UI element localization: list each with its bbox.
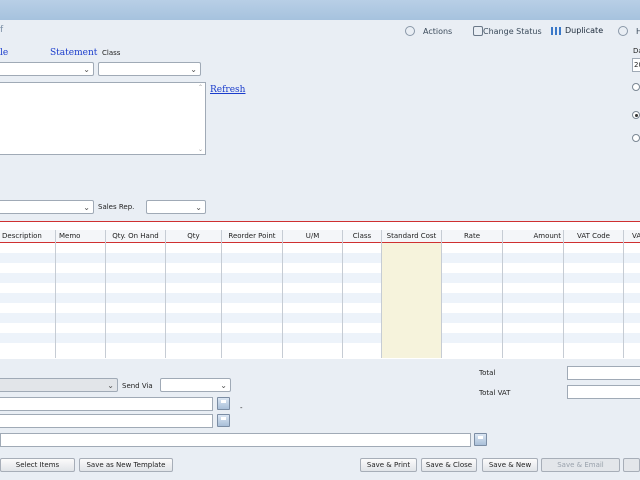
actions-menu[interactable]: Actions	[405, 26, 452, 36]
table-row[interactable]	[0, 333, 640, 343]
save-icon[interactable]	[474, 433, 487, 446]
chevron-down-icon: ⌄	[107, 381, 114, 390]
comments-field[interactable]	[0, 433, 471, 447]
customer-select[interactable]: ⌄	[0, 62, 94, 76]
template-link[interactable]: le	[0, 48, 8, 58]
chevron-down-icon: ⌄	[190, 65, 197, 74]
chevron-down-icon: ⌄	[83, 65, 90, 74]
send-via-select[interactable]: ⌄	[160, 378, 231, 392]
column-divider	[55, 230, 56, 358]
scroll-up-icon[interactable]: ⌃	[198, 84, 203, 91]
change-status-menu[interactable]: Change Status	[473, 26, 542, 36]
save-email-button: Save & Email	[541, 458, 620, 472]
duplicate-label: Duplicate	[565, 26, 604, 35]
send-via-label: Send Via	[122, 382, 153, 390]
help-icon	[618, 26, 628, 36]
help-button[interactable]: H	[618, 26, 640, 36]
date-field[interactable]: 20	[632, 58, 640, 72]
total-vat-field	[567, 385, 640, 399]
change-status-label: Change Status	[483, 26, 542, 36]
actions-label: Actions	[423, 26, 453, 36]
column-header-qty[interactable]: Qty	[166, 230, 221, 242]
extra-button	[623, 458, 640, 472]
column-header-standard-cost[interactable]: Standard Cost	[382, 230, 441, 242]
notes-field[interactable]	[0, 414, 213, 428]
chevron-down-icon: ⌄	[220, 381, 227, 390]
date-label: Da	[633, 47, 640, 55]
sales-rep-select[interactable]: ⌄	[146, 200, 206, 214]
table-row[interactable]	[0, 243, 640, 253]
column-divider	[165, 230, 166, 358]
table-row[interactable]	[0, 253, 640, 263]
refresh-link[interactable]: Refresh	[210, 85, 245, 95]
save-icon[interactable]	[217, 414, 230, 427]
statement-link[interactable]: Statement	[50, 48, 97, 58]
duplicate-button[interactable]: Duplicate	[551, 26, 603, 35]
save-close-button[interactable]: Save & Close	[421, 458, 477, 472]
total-label: Total	[479, 369, 496, 377]
column-divider	[105, 230, 106, 358]
address-textarea[interactable]: ⌃ ⌄	[0, 82, 206, 155]
change-status-icon	[473, 26, 483, 36]
dash-text: -	[240, 404, 243, 412]
chevron-down-icon: ⌄	[195, 203, 202, 212]
terms-select[interactable]: ⌄	[0, 200, 94, 214]
total-vat-label: Total VAT	[479, 389, 511, 397]
column-divider	[342, 230, 343, 358]
table-row[interactable]	[0, 273, 640, 283]
table-row[interactable]	[0, 343, 640, 353]
column-divider	[282, 230, 283, 358]
table-row[interactable]	[0, 323, 640, 333]
radio-option-2[interactable]	[632, 111, 640, 119]
toolbar-glyph: f	[0, 25, 4, 35]
table-row[interactable]	[0, 313, 640, 323]
save-print-button[interactable]: Save & Print	[360, 458, 417, 472]
column-header-um[interactable]: U/M	[283, 230, 342, 242]
column-divider	[381, 230, 382, 358]
class-label: Class	[102, 49, 121, 57]
help-label: H	[636, 26, 640, 36]
grid-header-border	[0, 242, 640, 243]
memo-field[interactable]	[0, 397, 213, 411]
column-header-rate[interactable]: Rate	[442, 230, 502, 242]
class-select[interactable]: ⌄	[98, 62, 201, 76]
column-divider	[502, 230, 503, 358]
column-header-qty-on-hand[interactable]: Qty. On Hand	[106, 230, 165, 242]
table-row[interactable]	[0, 303, 640, 313]
grid-top-border	[0, 221, 640, 222]
column-header-memo[interactable]: Memo	[59, 230, 104, 242]
save-icon[interactable]	[217, 397, 230, 410]
save-new-button[interactable]: Save & New	[482, 458, 538, 472]
save-as-template-button[interactable]: Save as New Template	[79, 458, 173, 472]
customer-message-select[interactable]: ⌄	[0, 378, 118, 392]
column-header-class[interactable]: Class	[343, 230, 381, 242]
radio-option-3[interactable]	[632, 134, 640, 142]
table-row[interactable]	[0, 263, 640, 273]
column-header-amount[interactable]: Amount	[503, 230, 561, 242]
column-divider	[623, 230, 624, 358]
table-row[interactable]	[0, 283, 640, 293]
sales-rep-label: Sales Rep.	[98, 203, 135, 211]
duplicate-icon	[551, 26, 561, 35]
column-divider	[221, 230, 222, 358]
column-header-reorder-point[interactable]: Reorder Point	[222, 230, 282, 242]
column-divider	[441, 230, 442, 358]
total-field	[567, 366, 640, 380]
chevron-down-icon: ⌄	[83, 203, 90, 212]
table-row[interactable]	[0, 293, 640, 303]
standard-cost-column	[382, 243, 441, 358]
column-divider	[563, 230, 564, 358]
column-header-vat[interactable]: VA	[632, 230, 640, 242]
scroll-down-icon[interactable]: ⌄	[198, 146, 203, 153]
column-header-description[interactable]: Description	[2, 230, 54, 242]
select-items-button[interactable]: Select Items	[0, 458, 75, 472]
radio-option-1[interactable]	[632, 83, 640, 91]
column-header-vat-code[interactable]: VAT Code	[564, 230, 623, 242]
window-title-bar	[0, 0, 640, 20]
actions-icon	[405, 26, 415, 36]
